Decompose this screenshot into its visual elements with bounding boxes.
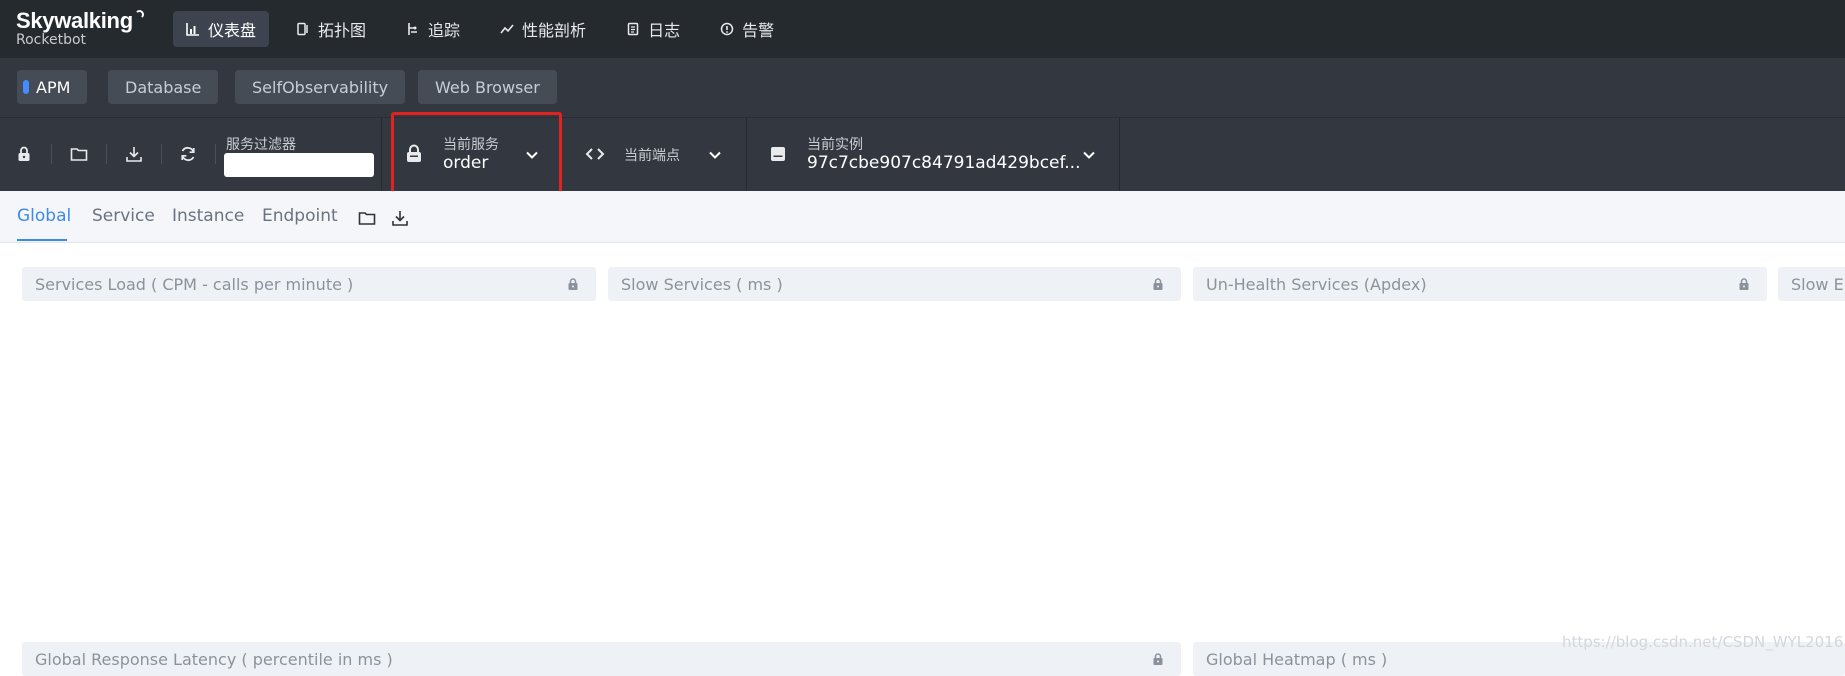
panel-title: Global Response Latency ( percentile in …	[35, 650, 393, 669]
lock-icon[interactable]	[1151, 277, 1165, 291]
main-nav: 仪表盘 拓扑图 追踪 性能剖析 日志 告警	[173, 11, 801, 47]
current-instance-value: 97c7cbe907c84791ad429bcef...	[807, 153, 1081, 173]
export-button[interactable]	[122, 142, 146, 166]
toolbar-divider	[215, 144, 216, 164]
panel-title: Slow Services ( ms )	[621, 275, 783, 294]
layer-database[interactable]: Database	[108, 70, 219, 104]
panel-title: Slow En	[1791, 275, 1845, 294]
chevron-down-icon	[1083, 151, 1095, 159]
top-nav-bar: Skywalking Rocketbot 仪表盘 拓扑图 追踪 性能剖析 日志 …	[0, 0, 1845, 58]
dashboard-toolbar: 服务过滤器 当前服务 order 当前端点 当前实例 97c7cbe907c84…	[0, 118, 1845, 191]
alarm-icon	[720, 22, 734, 36]
layer-selfobservability[interactable]: SelfObservability	[235, 70, 406, 104]
tab-global[interactable]: Global	[17, 206, 71, 226]
log-icon	[627, 22, 639, 36]
service-icon	[407, 144, 421, 162]
logo-arc-icon	[134, 10, 144, 19]
lock-icon[interactable]	[1151, 652, 1165, 666]
nav-item-alarm[interactable]: 告警	[707, 11, 787, 47]
chevron-down-icon	[709, 151, 721, 159]
panel-services-load: Services Load ( CPM - calls per minute )	[22, 267, 596, 301]
lock-icon	[18, 146, 30, 161]
panel-title: Services Load ( CPM - calls per minute )	[35, 275, 354, 294]
nav-item-label: 追踪	[428, 21, 461, 40]
toolbar-divider	[161, 144, 162, 164]
logo-subtitle: Rocketbot	[16, 32, 87, 48]
nav-item-trace[interactable]: 追踪	[393, 11, 473, 47]
dashboard-tabs: Global Service Instance Endpoint	[0, 191, 1845, 243]
nav-item-dashboard[interactable]: 仪表盘	[173, 11, 270, 47]
nav-item-label: 仪表盘	[208, 21, 257, 40]
current-instance-label: 当前实例	[807, 137, 863, 153]
panel-unhealth-services: Un-Health Services (Apdex)	[1193, 267, 1767, 301]
active-indicator-icon	[23, 80, 29, 94]
import-button[interactable]	[67, 142, 91, 166]
tab-service[interactable]: Service	[92, 206, 155, 226]
current-endpoint-label: 当前端点	[624, 148, 680, 164]
toolbar-divider	[51, 144, 52, 164]
layer-label: Web Browser	[435, 77, 540, 97]
download-icon[interactable]	[391, 209, 409, 227]
nav-item-label: 日志	[648, 21, 681, 40]
layer-web-browser[interactable]: Web Browser	[418, 70, 557, 104]
service-filter-label: 服务过滤器	[226, 137, 296, 153]
refresh-icon	[181, 146, 195, 162]
toolbar-divider	[381, 118, 382, 191]
panel-title: Un-Health Services (Apdex)	[1206, 275, 1427, 294]
tab-instance[interactable]: Instance	[172, 206, 244, 226]
layer-apm[interactable]: APM	[17, 70, 88, 104]
toolbar-divider	[106, 144, 107, 164]
nav-item-log[interactable]: 日志	[613, 11, 693, 47]
folder-icon[interactable]	[358, 209, 376, 227]
nav-item-label: 告警	[742, 21, 775, 40]
current-service-selector[interactable]: 当前服务 order	[393, 118, 560, 191]
trace-icon	[408, 23, 418, 35]
toolbar-divider	[1119, 118, 1120, 191]
logo-name: Skywalking	[16, 8, 144, 34]
server-icon	[771, 147, 785, 161]
service-filter-input[interactable]	[224, 153, 374, 177]
nav-item-label: 拓扑图	[318, 21, 367, 40]
watermark: https://blog.csdn.net/CSDN_WYL2016	[1562, 633, 1844, 651]
layer-label: SelfObservability	[252, 77, 389, 97]
refresh-button[interactable]	[176, 142, 200, 166]
logo[interactable]: Skywalking Rocketbot	[16, 8, 144, 48]
panel-title: Global Heatmap ( ms )	[1206, 650, 1388, 669]
chevron-down-icon	[526, 151, 538, 159]
current-service-value: order	[443, 153, 489, 173]
lock-icon[interactable]	[1737, 277, 1751, 291]
nav-item-topology[interactable]: 拓扑图	[283, 11, 379, 47]
folder-icon	[70, 148, 88, 161]
current-service-label: 当前服务	[443, 137, 499, 153]
active-tab-indicator	[17, 239, 67, 241]
layer-bar: APM Database SelfObservability Web Brows…	[0, 58, 1845, 118]
download-icon	[126, 147, 142, 162]
code-icon	[585, 148, 605, 160]
layer-label: APM	[36, 77, 71, 97]
nav-item-label: 性能剖析	[522, 21, 587, 40]
chart-bar-icon	[186, 23, 199, 36]
layer-label: Database	[125, 77, 202, 97]
current-instance-selector[interactable]: 当前实例 97c7cbe907c84791ad429bcef...	[747, 118, 1119, 191]
panel-slow-services: Slow Services ( ms )	[608, 267, 1181, 301]
lock-button[interactable]	[12, 142, 36, 166]
nav-item-profile[interactable]: 性能剖析	[487, 11, 599, 47]
tab-endpoint[interactable]: Endpoint	[262, 206, 338, 226]
panel-global-latency: Global Response Latency ( percentile in …	[22, 642, 1181, 676]
topology-icon	[297, 22, 308, 36]
profile-icon	[500, 24, 514, 34]
lock-icon[interactable]	[566, 277, 580, 291]
panel-slow-endpoints: Slow En	[1778, 267, 1845, 301]
current-endpoint-selector[interactable]: 当前端点	[572, 118, 746, 191]
